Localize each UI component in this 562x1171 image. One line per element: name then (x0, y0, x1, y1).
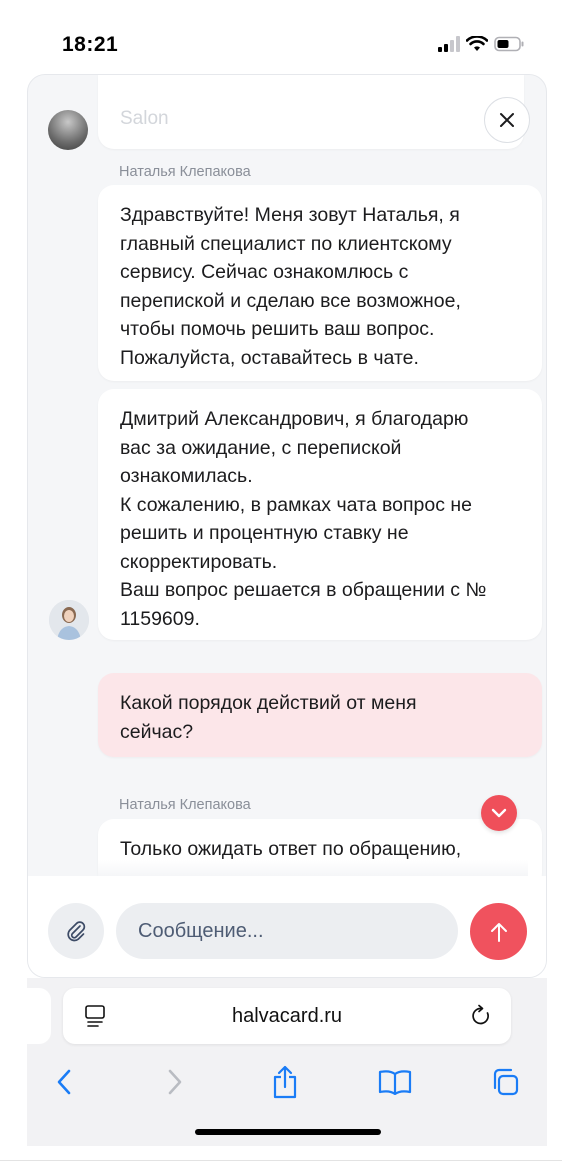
wifi-icon (466, 36, 488, 51)
sender-name: Наталья Клепакова (119, 164, 251, 180)
status-time: 18:21 (62, 33, 119, 56)
composer (28, 876, 546, 977)
fade-overlay (98, 860, 528, 876)
sender-name: Наталья Клепакова (119, 797, 251, 813)
close-icon (500, 113, 514, 127)
agent-avatar (48, 110, 88, 150)
back-icon (57, 1069, 71, 1095)
reload-icon[interactable] (469, 1004, 493, 1028)
message-line: ознакомилась. (120, 465, 253, 487)
browser-bar: halvacard.ru (27, 978, 547, 1146)
url-field[interactable]: halvacard.ru (63, 988, 511, 1044)
message-line: решить и процентную ставку не (120, 522, 409, 544)
previous-message-bubble: Salon (98, 75, 524, 149)
previous-message-fragment: Salon (120, 108, 169, 129)
message-line: Ваш вопрос решается в обращении с № (120, 579, 487, 601)
attach-icon (67, 921, 86, 942)
message-line: Пожалуйста, оставайтесь в чате. (120, 346, 419, 369)
message-input[interactable] (116, 903, 458, 959)
bookmarks-button[interactable] (373, 1062, 417, 1102)
message-line: 1159609. (120, 607, 200, 630)
tabs-icon (493, 1068, 519, 1096)
forward-button[interactable] (153, 1062, 197, 1102)
chat-sheet: Salon Наталья Клепакова Здравствуйте! Ме… (27, 74, 547, 978)
back-button[interactable] (42, 1062, 86, 1102)
home-indicator (195, 1129, 381, 1135)
send-icon (490, 922, 507, 942)
message-line: Здравствуйте! Меня зовут Наталья, я (120, 204, 460, 226)
bottom-edge (0, 1160, 562, 1171)
url-text: halvacard.ru (231, 1005, 343, 1027)
message-bubble: Здравствуйте! Меня зовут Наталья, я глав… (98, 185, 542, 381)
close-button[interactable] (484, 97, 530, 143)
status-icons (438, 36, 524, 52)
agent-avatar (49, 600, 89, 640)
attach-button[interactable] (48, 903, 104, 959)
message-line: скорректировать. (120, 550, 278, 573)
send-button[interactable] (470, 903, 527, 960)
message-line: главный специалист по клиентскому (120, 232, 452, 255)
agent-photo (49, 600, 89, 640)
message-line: перепиской и сделаю все возможное, (120, 289, 461, 312)
bookmarks-icon (378, 1070, 412, 1095)
status-bar: 18:21 (0, 0, 562, 74)
message-line: Какой порядок действий от меня (120, 692, 417, 714)
previous-tab[interactable] (27, 988, 51, 1044)
battery-icon (494, 36, 524, 52)
share-button[interactable] (263, 1062, 307, 1102)
message-line: вас за ожидание, с перепиской (120, 436, 402, 459)
message-line: сервису. Сейчас ознакомлюсь с (120, 261, 409, 283)
tabs-button[interactable] (483, 1062, 527, 1102)
forward-icon (168, 1069, 182, 1095)
share-icon (273, 1065, 297, 1099)
user-message-bubble: Какой порядок действий от меня сейчас? (98, 673, 542, 757)
scroll-down-button[interactable] (481, 795, 517, 831)
message-line: Дмитрий Александрович, я благодарю (120, 408, 469, 430)
message-line: чтобы помочь решить ваш вопрос. (120, 318, 435, 340)
message-line: К сожалению, в рамках чата вопрос не (120, 493, 473, 516)
message-line: сейчас? (120, 720, 194, 743)
cellular-signal-icon (438, 36, 460, 52)
message-bubble: Дмитрий Александрович, я благодарю вас з… (98, 389, 542, 640)
chevron-down-icon (491, 808, 507, 818)
